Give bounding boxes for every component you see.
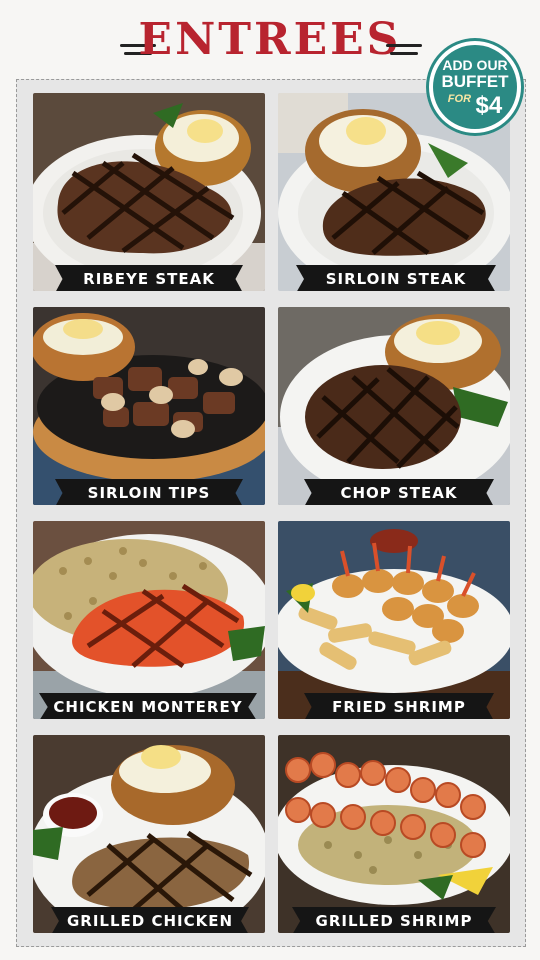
chop-steak-photo <box>278 307 510 505</box>
entree-label-grilled-shrimp: GRILLED SHRIMP <box>292 907 496 933</box>
entree-label-chicken-monterey: CHICKEN MONTEREY <box>39 693 257 719</box>
tile-grilled-shrimp: GRILLED SHRIMP <box>278 735 510 933</box>
tile-sirloin-tips: SIRLOIN TIPS <box>33 307 265 505</box>
header-dash-right-2 <box>390 52 418 55</box>
badge-line1: ADD OUR <box>442 57 508 73</box>
menu-page: ENTREES ADD OUR BUFFET FOR $4 RIBEYE STE… <box>0 0 540 960</box>
fried-shrimp-photo <box>278 521 510 719</box>
tile-chicken-monterey: CHICKEN MONTEREY <box>33 521 265 719</box>
chicken-monterey-photo <box>33 521 265 719</box>
tile-chop-steak: CHOP STEAK <box>278 307 510 505</box>
entree-label-grilled-chicken: GRILLED CHICKEN <box>51 907 249 933</box>
grilled-shrimp-photo <box>278 735 510 933</box>
grilled-chicken-photo <box>33 735 265 933</box>
badge-price-row: FOR $4 <box>433 93 517 119</box>
buffet-badge: ADD OUR BUFFET FOR $4 <box>426 38 524 136</box>
entree-label-fried-shrimp: FRIED SHRIMP <box>304 693 494 719</box>
tile-grilled-chicken: GRILLED CHICKEN <box>33 735 265 933</box>
tile-fried-shrimp: FRIED SHRIMP <box>278 521 510 719</box>
entree-label-chop-steak: CHOP STEAK <box>304 479 494 505</box>
badge-line2: BUFFET <box>441 72 509 91</box>
ribeye-steak-photo <box>33 93 265 291</box>
badge-price: $4 <box>475 92 503 119</box>
entree-label-ribeye-steak: RIBEYE STEAK <box>55 265 243 291</box>
entree-label-sirloin-steak: SIRLOIN STEAK <box>296 265 496 291</box>
sirloin-tips-photo <box>33 307 265 505</box>
entree-label-sirloin-tips: SIRLOIN TIPS <box>55 479 243 505</box>
header-dash-right <box>386 44 422 47</box>
badge-for: FOR <box>447 93 472 105</box>
tile-ribeye-steak: RIBEYE STEAK <box>33 93 265 291</box>
buffet-badge-inner: ADD OUR BUFFET FOR $4 <box>433 45 517 129</box>
